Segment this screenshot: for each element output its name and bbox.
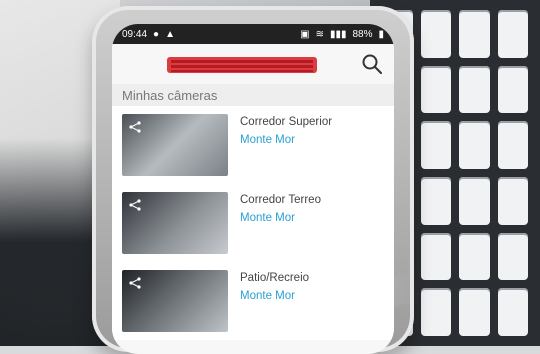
key (459, 288, 490, 336)
warning-icon: ▲ (165, 28, 175, 40)
key (459, 65, 490, 114)
key (497, 232, 528, 281)
camera-location[interactable]: Monte Mor (240, 212, 321, 224)
camera-thumbnail[interactable] (122, 114, 228, 176)
signal-icon: ▮▮▮ (329, 28, 347, 40)
camera-location[interactable]: Monte Mor (240, 134, 332, 146)
chat-icon: ● (153, 28, 160, 40)
key (497, 10, 528, 58)
battery-level: 88% (352, 28, 373, 40)
battery-icon: ▮ (378, 28, 384, 40)
camera-meta: Corredor Terreo Monte Mor (240, 194, 321, 224)
key (459, 232, 490, 281)
camera-item[interactable]: Corredor Superior Monte Mor (112, 106, 394, 184)
camera-thumbnail[interactable] (122, 192, 228, 254)
status-right: ▣ ≋ ▮▮▮ 88% ▮ (300, 29, 384, 40)
key (420, 176, 451, 225)
key (497, 176, 528, 225)
status-time: 09:44 (122, 28, 148, 40)
key (420, 10, 451, 58)
app-bar (112, 44, 394, 84)
camera-list: Corredor Superior Monte Mor Corredor Ter… (112, 106, 394, 340)
section-title: Minhas câmeras (112, 84, 394, 106)
camera-location[interactable]: Monte Mor (240, 290, 309, 302)
camera-thumbnail[interactable] (122, 270, 228, 332)
brand-logo-svg (167, 57, 317, 73)
key (459, 121, 490, 169)
camera-name: Corredor Terreo (240, 194, 321, 206)
key (420, 121, 451, 169)
phone-screen: 09:44 ● ▲ ▣ ≋ ▮▮▮ 88% ▮ Minhas câmeras C… (112, 24, 394, 354)
search-button[interactable] (360, 52, 384, 76)
wifi-icon: ≋ (315, 28, 324, 40)
key (420, 65, 451, 114)
sim-icon: ▣ (300, 28, 310, 40)
key (497, 288, 528, 336)
camera-item[interactable]: Corredor Terreo Monte Mor (112, 184, 394, 262)
share-icon[interactable] (128, 276, 142, 290)
key (420, 288, 451, 336)
camera-meta: Corredor Superior Monte Mor (240, 116, 332, 146)
share-icon[interactable] (128, 120, 142, 134)
status-bar: 09:44 ● ▲ ▣ ≋ ▮▮▮ 88% ▮ (112, 24, 394, 44)
key (459, 176, 490, 225)
share-icon[interactable] (128, 198, 142, 212)
key (497, 121, 528, 169)
brand-logo (167, 54, 317, 76)
camera-meta: Patio/Recreio Monte Mor (240, 272, 309, 302)
camera-item[interactable]: Patio/Recreio Monte Mor (112, 262, 394, 340)
key (459, 10, 490, 58)
key (497, 65, 528, 114)
key (420, 232, 451, 281)
camera-name: Corredor Superior (240, 116, 333, 128)
search-icon (362, 54, 382, 74)
camera-name: Patio/Recreio (240, 272, 310, 284)
status-left: 09:44 ● ▲ (122, 29, 175, 40)
phone: 09:44 ● ▲ ▣ ≋ ▮▮▮ 88% ▮ Minhas câmeras C… (92, 6, 414, 354)
